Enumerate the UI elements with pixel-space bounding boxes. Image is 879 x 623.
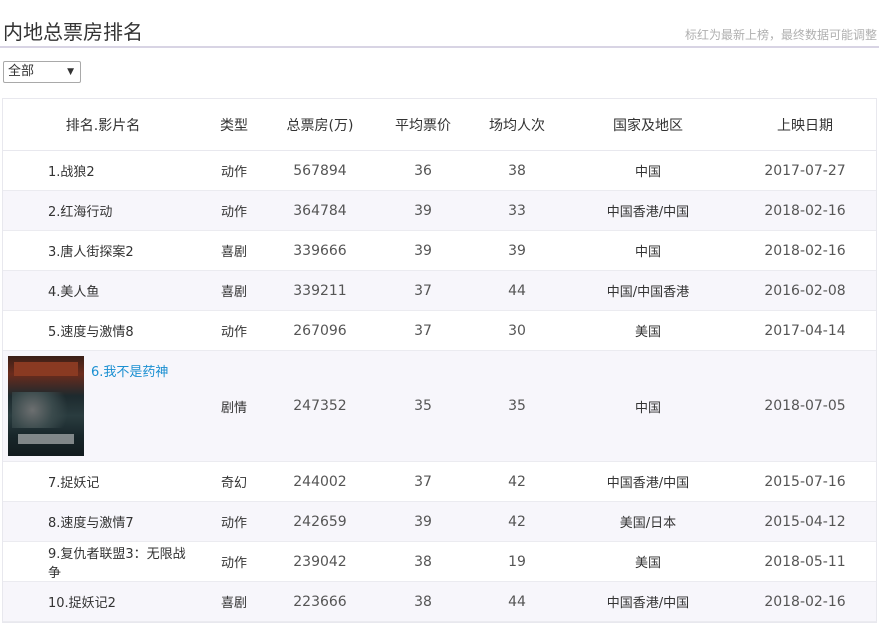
filter-selected-value: 全部: [8, 64, 35, 79]
cell-region: 美国: [634, 325, 661, 340]
cell-avg-people: 42: [508, 513, 526, 530]
movie-poster-image[interactable]: [8, 356, 84, 456]
cell-genre: 动作: [220, 205, 247, 220]
cell-avg-price: 39: [414, 513, 432, 530]
movie-title-link[interactable]: 6.我不是药神: [91, 361, 168, 380]
cell-avg-people: 19: [508, 553, 526, 570]
cell-genre: 喜剧: [220, 596, 247, 611]
cell-genre: 喜剧: [220, 245, 247, 260]
table-header: 排名.影片名 类型 总票房(万) 平均票价 场均人次 国家及地区 上映日期: [3, 99, 876, 151]
cell-box-office: 242659: [293, 513, 347, 530]
cell-release-date: 2018-02-16: [764, 593, 846, 610]
col-release-date: 上映日期: [777, 117, 833, 134]
cell-region: 中国: [634, 165, 661, 180]
cell-rank-name[interactable]: 3.唐人街探案2: [48, 231, 198, 270]
cell-avg-price: 39: [414, 242, 432, 259]
cell-box-office: 244002: [293, 473, 347, 490]
cell-avg-people: 33: [508, 202, 526, 219]
cell-avg-price: 35: [414, 398, 432, 414]
cell-avg-people: 30: [508, 322, 526, 339]
dropdown-arrow-icon: ▼: [67, 67, 74, 77]
cell-avg-price: 37: [414, 473, 432, 490]
cell-genre: 动作: [220, 165, 247, 180]
cell-avg-people: 35: [508, 398, 526, 414]
table-row: 8.速度与激情7 动作 242659 39 42 美国/日本 2015-04-12: [3, 502, 876, 542]
table-row: 5.速度与激情8 动作 267096 37 30 美国 2017-04-14: [3, 311, 876, 351]
cell-release-date: 2017-04-14: [764, 322, 846, 339]
cell-box-office: 339666: [293, 242, 347, 259]
col-avg-people: 场均人次: [489, 117, 545, 134]
table-row: 7.捉妖记 奇幻 244002 37 42 中国香港/中国 2015-07-16: [3, 462, 876, 502]
cell-avg-people: 44: [508, 593, 526, 610]
cell-release-date: 2015-07-16: [764, 473, 846, 490]
cell-box-office: 267096: [293, 322, 347, 339]
data-note: 标红为最新上榜，最终数据可能调整: [684, 28, 877, 42]
cell-rank-name[interactable]: 5.速度与激情8: [48, 311, 198, 350]
cell-box-office: 247352: [293, 398, 347, 414]
table-row: 10.捉妖记2 喜剧 223666 38 44 中国香港/中国 2018-02-16: [3, 582, 876, 622]
table-row: 1.战狼2 动作 567894 36 38 中国 2017-07-27: [3, 151, 876, 191]
cell-release-date: 2016-02-08: [764, 282, 846, 299]
cell-rank-name[interactable]: 10.捉妖记2: [48, 582, 198, 621]
page-title: 内地总票房排名: [3, 20, 143, 44]
cell-genre: 动作: [220, 556, 247, 571]
cell-avg-people: 44: [508, 282, 526, 299]
cell-box-office: 339211: [293, 282, 347, 299]
cell-avg-price: 37: [414, 282, 432, 299]
col-rank-name: 排名.影片名: [65, 117, 141, 134]
table-row: 4.美人鱼 喜剧 339211 37 44 中国/中国香港 2016-02-08: [3, 271, 876, 311]
cell-rank-name[interactable]: 9.复仇者联盟3：无限战争: [48, 542, 198, 581]
cell-region: 中国香港/中国: [606, 205, 690, 220]
cell-avg-price: 36: [414, 162, 432, 179]
cell-genre: 奇幻: [220, 476, 247, 491]
cell-box-office: 223666: [293, 593, 347, 610]
cell-region: 美国: [634, 556, 661, 571]
cell-avg-price: 39: [414, 202, 432, 219]
page-header: 内地总票房排名 标红为最新上榜，最终数据可能调整: [0, 0, 879, 48]
cell-rank-name[interactable]: 1.战狼2: [48, 151, 198, 190]
table-row: 3.唐人街探案2 喜剧 339666 39 39 中国 2018-02-16: [3, 231, 876, 271]
cell-avg-price: 38: [414, 553, 432, 570]
table-row: 6.我不是药神剧情 247352 35 35 中国 2018-07-05: [3, 351, 876, 462]
table-body: 1.战狼2 动作 567894 36 38 中国 2017-07-27 2.红海行动 动作 364…: [3, 151, 876, 622]
cell-rank-name[interactable]: 4.美人鱼: [48, 271, 198, 310]
cell-region: 美国/日本: [619, 516, 677, 531]
col-box-office: 总票房(万): [286, 117, 354, 134]
cell-rank-name[interactable]: 2.红海行动: [48, 191, 198, 230]
cell-rank-name[interactable]: 8.速度与激情7: [48, 502, 198, 541]
region-filter-select[interactable]: 全部 ▼: [3, 61, 81, 83]
cell-genre: 剧情: [220, 400, 247, 416]
col-genre: 类型: [220, 117, 248, 134]
cell-region: 中国香港/中国: [606, 476, 690, 491]
cell-avg-people: 39: [508, 242, 526, 259]
cell-rank-name[interactable]: 7.捉妖记: [48, 462, 198, 501]
cell-avg-people: 42: [508, 473, 526, 490]
cell-release-date: 2017-07-27: [764, 162, 846, 179]
cell-avg-price: 37: [414, 322, 432, 339]
cell-box-office: 364784: [293, 202, 347, 219]
cell-genre: 动作: [220, 325, 247, 340]
table-row: 2.红海行动 动作 364784 39 33 中国香港/中国 2018-02-16: [3, 191, 876, 231]
cell-genre: 动作: [220, 516, 247, 531]
cell-release-date: 2018-02-16: [764, 202, 846, 219]
cell-release-date: 2018-05-11: [764, 553, 846, 570]
col-region: 国家及地区: [613, 117, 683, 134]
cell-genre: 喜剧: [220, 285, 247, 300]
col-avg-price: 平均票价: [395, 117, 451, 134]
cell-avg-price: 38: [414, 593, 432, 610]
cell-box-office: 239042: [293, 553, 347, 570]
cell-release-date: 2018-07-05: [764, 398, 846, 414]
cell-region: 中国: [634, 400, 661, 416]
cell-region: 中国: [634, 245, 661, 260]
cell-box-office: 567894: [293, 162, 347, 179]
table-row: 9.复仇者联盟3：无限战争 动作 239042 38 19 美国 2018-05-11: [3, 542, 876, 582]
cell-release-date: 2018-02-16: [764, 242, 846, 259]
cell-avg-people: 38: [508, 162, 526, 179]
cell-region: 中国香港/中国: [606, 596, 690, 611]
cell-release-date: 2015-04-12: [764, 513, 846, 530]
box-office-table: 排名.影片名 类型 总票房(万) 平均票价 场均人次 国家及地区 上映日期 1.…: [2, 98, 877, 623]
cell-region: 中国/中国香港: [606, 285, 690, 300]
